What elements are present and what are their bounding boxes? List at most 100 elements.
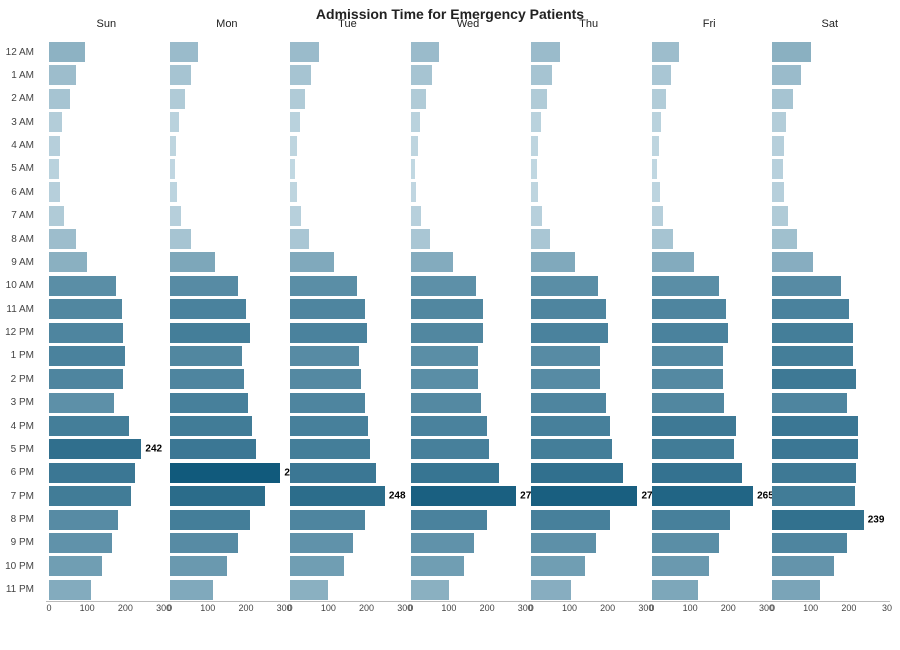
bar xyxy=(531,89,546,109)
bar xyxy=(290,276,357,296)
bar xyxy=(170,393,248,413)
bar-row xyxy=(531,533,646,553)
bar xyxy=(772,369,856,389)
bar xyxy=(652,556,709,576)
y-tick-label: 1 PM xyxy=(0,346,40,366)
bar xyxy=(290,159,295,179)
x-tick-label: 0 xyxy=(167,603,172,613)
bar xyxy=(652,252,694,272)
bar xyxy=(49,486,131,506)
bar xyxy=(531,533,596,553)
bar xyxy=(772,393,846,413)
bar-row xyxy=(170,510,285,530)
x-axis: 0100200300 xyxy=(528,601,649,616)
bar xyxy=(772,112,785,132)
facet-header: Sat xyxy=(769,18,890,30)
bar-row xyxy=(772,463,887,483)
bar-row xyxy=(531,252,646,272)
bar-row xyxy=(49,299,164,319)
bar-row xyxy=(652,42,767,62)
bar-row xyxy=(411,346,526,366)
bar xyxy=(772,299,848,319)
bar-group: 248 xyxy=(290,42,405,600)
bar xyxy=(531,463,623,483)
bar xyxy=(411,182,417,202)
x-axis: 0100200300 xyxy=(287,601,408,616)
bar-row xyxy=(652,229,767,249)
bar xyxy=(170,416,252,436)
bar-row xyxy=(170,229,285,249)
bar xyxy=(170,369,244,389)
facet-header: Sun xyxy=(46,18,167,30)
bar xyxy=(652,439,734,459)
facet-header: Thu xyxy=(528,18,649,30)
bar xyxy=(290,182,297,202)
bar-row xyxy=(290,510,405,530)
bar-max-label: 242 xyxy=(145,444,162,455)
bar xyxy=(531,510,609,530)
bar-row xyxy=(170,416,285,436)
bar-row xyxy=(49,510,164,530)
bar-row xyxy=(170,556,285,576)
bar-row xyxy=(49,276,164,296)
y-axis-hour-labels: 12 AM1 AM2 AM3 AM4 AM5 AM6 AM7 AM8 AM9 A… xyxy=(0,42,40,600)
bar-row xyxy=(49,369,164,389)
bar-row xyxy=(290,42,405,62)
bar-row xyxy=(290,276,405,296)
bar xyxy=(411,276,476,296)
bar xyxy=(531,182,538,202)
bar xyxy=(772,323,852,343)
bar-row xyxy=(772,533,887,553)
bar-row xyxy=(652,136,767,156)
bar-row: 276 xyxy=(411,486,526,506)
bar-row xyxy=(49,182,164,202)
y-tick-label: 9 PM xyxy=(0,533,40,553)
bar-row xyxy=(652,346,767,366)
bar xyxy=(170,299,246,319)
x-tick-label: 0 xyxy=(288,603,293,613)
bar xyxy=(772,182,783,202)
bar xyxy=(49,323,123,343)
bar xyxy=(170,252,216,272)
bar-row xyxy=(652,556,767,576)
bar-row xyxy=(411,89,526,109)
x-tick-label: 100 xyxy=(683,603,698,613)
bar-row xyxy=(170,65,285,85)
bar-row xyxy=(652,159,767,179)
bar xyxy=(290,580,328,600)
bar-row xyxy=(531,206,646,226)
facet-wed: Wed2760100200300 xyxy=(408,18,529,616)
y-tick-label: 11 PM xyxy=(0,580,40,600)
bar-row xyxy=(772,89,887,109)
bar xyxy=(290,323,366,343)
bar xyxy=(49,159,59,179)
bar xyxy=(49,136,60,156)
bar xyxy=(411,439,489,459)
x-tick-label: 200 xyxy=(238,603,253,613)
bar-row xyxy=(290,89,405,109)
y-tick-label: 7 AM xyxy=(0,206,40,226)
bar xyxy=(170,439,256,459)
bar xyxy=(652,463,742,483)
bar-row xyxy=(411,159,526,179)
y-tick-label: 12 PM xyxy=(0,323,40,343)
x-tick-label: 0 xyxy=(649,603,654,613)
bar xyxy=(290,369,361,389)
bar-row xyxy=(49,42,164,62)
bar xyxy=(170,112,180,132)
bar-row xyxy=(290,323,405,343)
bar-row xyxy=(531,510,646,530)
bar xyxy=(170,42,199,62)
bar-row xyxy=(49,416,164,436)
bar xyxy=(49,89,70,109)
bar-row xyxy=(170,182,285,202)
bar-row xyxy=(170,580,285,600)
bar-row xyxy=(652,369,767,389)
bar-row xyxy=(49,136,164,156)
bar-row xyxy=(652,112,767,132)
bar-row xyxy=(652,276,767,296)
bar-row xyxy=(290,299,405,319)
bar-row xyxy=(411,580,526,600)
bar xyxy=(49,299,122,319)
bar xyxy=(290,252,334,272)
